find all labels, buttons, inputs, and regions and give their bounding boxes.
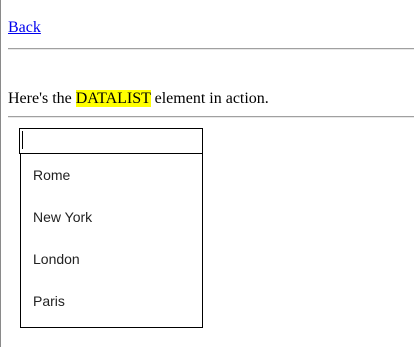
back-link[interactable]: Back bbox=[8, 19, 41, 37]
datalist-option[interactable]: New York bbox=[33, 209, 92, 225]
datalist-highlight: DATALIST bbox=[75, 90, 151, 107]
bottom-divider bbox=[8, 116, 414, 118]
intro-prefix: Here's the bbox=[8, 90, 76, 107]
intro-suffix: element in action. bbox=[150, 90, 269, 107]
city-input[interactable] bbox=[19, 128, 203, 154]
top-divider bbox=[8, 48, 414, 50]
datalist-dropdown: Rome New York London Paris bbox=[20, 154, 203, 328]
intro-text: Here's the DATALIST element in action. bbox=[8, 90, 269, 108]
window-left-edge bbox=[0, 0, 1, 347]
datalist-option[interactable]: Rome bbox=[33, 167, 70, 183]
text-caret bbox=[22, 131, 23, 149]
datalist-option[interactable]: Paris bbox=[33, 293, 65, 309]
datalist-option[interactable]: London bbox=[33, 251, 80, 267]
